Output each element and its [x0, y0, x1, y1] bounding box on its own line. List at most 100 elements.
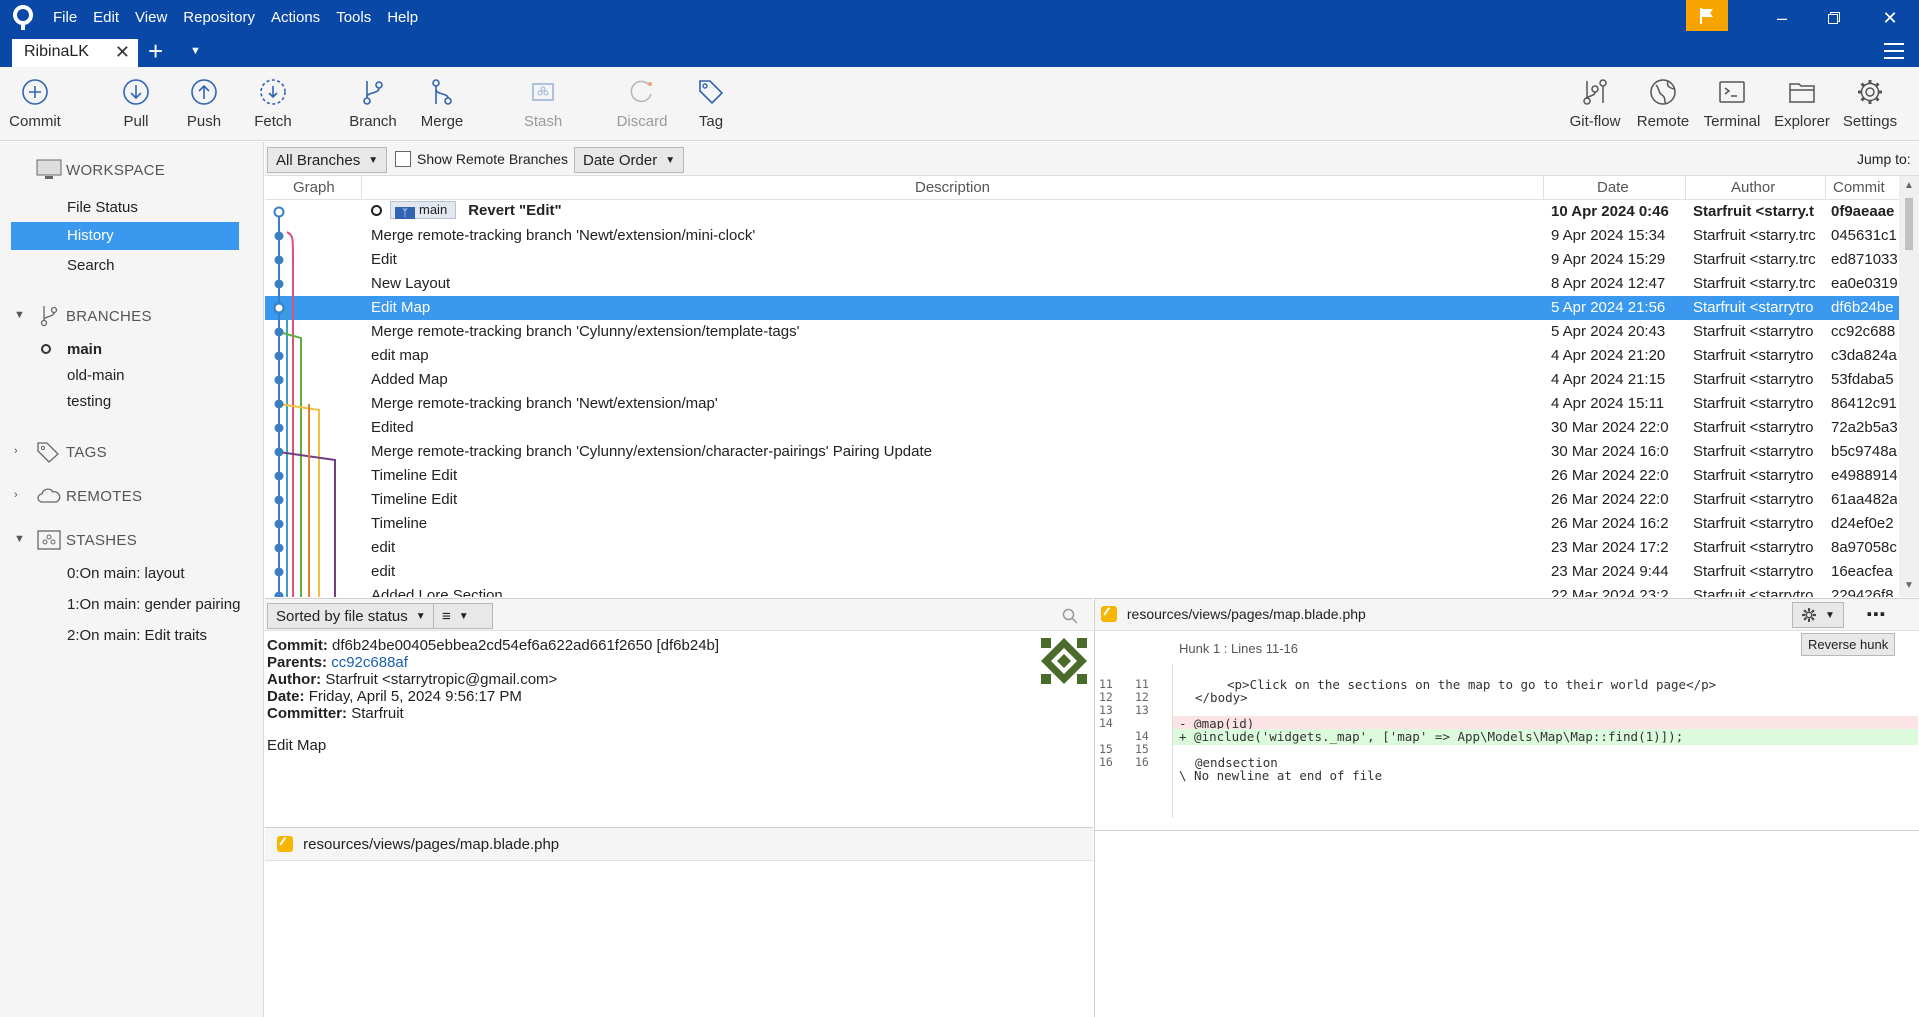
sidebar-branch-main[interactable]: main [11, 336, 239, 364]
commit-row[interactable]: Timeline Edit 26 Mar 2024 22:09 Starfruit … [265, 464, 1899, 488]
modified-file-icon [277, 836, 293, 852]
parent-commit-link[interactable]: cc92c688af [331, 654, 408, 671]
commit-row[interactable]: Merge remote-tracking branch 'Cylunny/ex… [265, 320, 1899, 344]
commit-hash: 16eacfea [1831, 563, 1893, 580]
commit-hash: cc92c688 [1831, 323, 1896, 340]
commit-row[interactable]: Merge remote-tracking branch 'Cylunny/ex… [265, 440, 1899, 464]
push-icon [191, 79, 217, 105]
branch-label-main[interactable]: ᛉ main [390, 201, 457, 219]
commit-row[interactable]: Timeline 26 Mar 2024 16:22 Starfruit <star… [265, 512, 1899, 536]
commit-details: Commit: df6b24be00405ebbea2cd54ef6a622ad… [265, 631, 1093, 826]
menu-file[interactable]: File [53, 9, 77, 26]
commit-row[interactable]: edit 23 Mar 2024 17:27 Starfruit <starrytr… [265, 536, 1899, 560]
search-icon[interactable] [1062, 608, 1078, 624]
stash-icon [37, 530, 61, 550]
commit-author: Starfruit <starrytro [1693, 395, 1814, 412]
commit-graph [273, 206, 336, 597]
tag-button[interactable]: Tag [676, 77, 746, 130]
commit-author: Starfruit <starrytro [1693, 539, 1814, 556]
sidebar-item-history[interactable]: History [11, 222, 239, 250]
commit-list-scrollbar[interactable]: ▲ ▼ [1899, 176, 1919, 597]
sidebar-stash-2[interactable]: 2:On main: Edit traits [11, 622, 239, 650]
reverse-hunk-button[interactable]: Reverse hunk [1801, 633, 1896, 656]
close-tab-icon[interactable]: ✕ [115, 42, 130, 63]
menu-tools[interactable]: Tools [336, 9, 371, 26]
hamburger-menu-icon[interactable] [1884, 43, 1904, 59]
terminal-button[interactable]: Terminal [1697, 77, 1767, 130]
sourcetree-logo-icon [13, 5, 33, 30]
fetch-button[interactable]: Fetch [238, 77, 308, 130]
commit-date: 23 Mar 2024 9:44 [1551, 563, 1669, 580]
sidebar-item-search[interactable]: Search [11, 252, 239, 280]
changed-file-item[interactable]: resources/views/pages/map.blade.php [277, 836, 559, 853]
tab-list-dropdown[interactable]: ▼ [190, 45, 201, 57]
author-column-header[interactable]: Author [1731, 179, 1775, 196]
repo-tab[interactable]: RibinaLK ✕ [12, 39, 138, 67]
commit-node [274, 567, 284, 577]
commit-button[interactable]: Commit [0, 77, 70, 130]
sidebar-stash-0[interactable]: 0:On main: layout [11, 560, 239, 588]
scroll-down-icon[interactable]: ▼ [1904, 580, 1914, 591]
branch-filter-dropdown[interactable]: All Branches ▼ [267, 147, 388, 173]
sidebar-branch-old-main[interactable]: old-main [11, 362, 239, 390]
settings-button[interactable]: Settings [1835, 77, 1905, 130]
commit-row[interactable]: Edit Map 5 Apr 2024 21:56 Starfruit <starr… [265, 296, 1899, 320]
chevron-down-icon: ▼ [14, 533, 26, 545]
commit-row[interactable]: Merge remote-tracking branch 'Newt/exten… [265, 224, 1899, 248]
date-column-header[interactable]: Date [1597, 179, 1629, 196]
commit-date: 30 Mar 2024 22:03 [1551, 419, 1669, 436]
commit-row[interactable]: Timeline Edit 26 Mar 2024 22:04 Starfruit … [265, 488, 1899, 512]
current-branch-icon [41, 344, 51, 354]
hunk-header: Hunk 1 : Lines 11-16 Reverse hunk [1173, 631, 1919, 665]
stash-button[interactable]: Stash [508, 77, 578, 130]
scrollbar-thumb[interactable] [1905, 198, 1913, 250]
explorer-button[interactable]: Explorer [1767, 77, 1837, 130]
commit-row[interactable]: Added Lore Section 22 Mar 2024 23:25 Starf… [265, 584, 1899, 597]
close-window-button[interactable]: ✕ [1878, 6, 1902, 30]
view-mode-dropdown[interactable]: ≡ ▼ [433, 603, 493, 629]
menu-help[interactable]: Help [387, 9, 418, 26]
sidebar-stash-1[interactable]: 1:On main: gender pairing [11, 591, 240, 619]
push-button[interactable]: Push [169, 77, 239, 130]
graph-column-header[interactable]: Graph [293, 179, 335, 196]
menu-actions[interactable]: Actions [271, 9, 320, 26]
notification-flag-button[interactable] [1686, 0, 1728, 31]
minimize-button[interactable]: – [1770, 6, 1794, 30]
sidebar-branch-testing[interactable]: testing [11, 388, 239, 416]
description-column-header[interactable]: Description [915, 179, 990, 196]
pull-button[interactable]: Pull [101, 77, 171, 130]
maximize-button[interactable] [1822, 6, 1846, 30]
scroll-up-icon[interactable]: ▲ [1904, 180, 1914, 191]
commit-row[interactable]: Added Map 4 Apr 2024 21:15 Starfruit <star… [265, 368, 1899, 392]
jump-to-label: Jump to: [1857, 151, 1911, 167]
branch-button[interactable]: Branch [338, 77, 408, 130]
commit-icon [22, 79, 48, 105]
menu-repository[interactable]: Repository [183, 9, 255, 26]
more-options-icon[interactable]: ⋯ [1866, 602, 1887, 627]
commit-description: Timeline [371, 515, 428, 532]
commit-column-header[interactable]: Commit [1833, 179, 1885, 196]
list-icon: ≡ [442, 608, 451, 625]
discard-button[interactable]: Discard [607, 77, 677, 130]
menu-edit[interactable]: Edit [93, 9, 119, 26]
commit-hash: ea0e0319 [1831, 275, 1897, 292]
order-dropdown[interactable]: Date Order ▼ [574, 147, 685, 173]
commit-row[interactable]: Edited 30 Mar 2024 22:03 Starfruit <starry… [265, 416, 1899, 440]
commit-row[interactable]: ᛉ main Revert "Edit" 10 Apr 2024 0:46 Starfr… [265, 200, 1899, 224]
commit-row[interactable]: Merge remote-tracking branch 'Newt/exten… [265, 392, 1899, 416]
commit-row[interactable]: Edit 9 Apr 2024 15:29 Starfruit <starry.tr… [265, 248, 1899, 272]
commit-row[interactable]: edit map 4 Apr 2024 21:20 Starfruit <starr… [265, 344, 1899, 368]
flag-icon [1700, 7, 1713, 24]
diff-options-dropdown[interactable]: ▼ [1792, 602, 1844, 628]
show-remote-branches-checkbox[interactable] [395, 151, 411, 167]
commit-author: Starfruit <starrytro [1693, 515, 1814, 532]
menu-view[interactable]: View [135, 9, 167, 26]
sort-dropdown[interactable]: Sorted by file status ▼ [267, 603, 435, 629]
sidebar-item-file-status[interactable]: File Status [11, 194, 239, 222]
commit-row[interactable]: edit 23 Mar 2024 9:44 Starfruit <starrytro… [265, 560, 1899, 584]
remote-button[interactable]: Remote [1628, 77, 1698, 130]
gitflow-button[interactable]: Git-flow [1560, 77, 1630, 130]
merge-button[interactable]: Merge [407, 77, 477, 130]
commit-row[interactable]: New Layout 8 Apr 2024 12:47 Starfruit <sta… [265, 272, 1899, 296]
new-tab-button[interactable]: + [148, 37, 163, 65]
